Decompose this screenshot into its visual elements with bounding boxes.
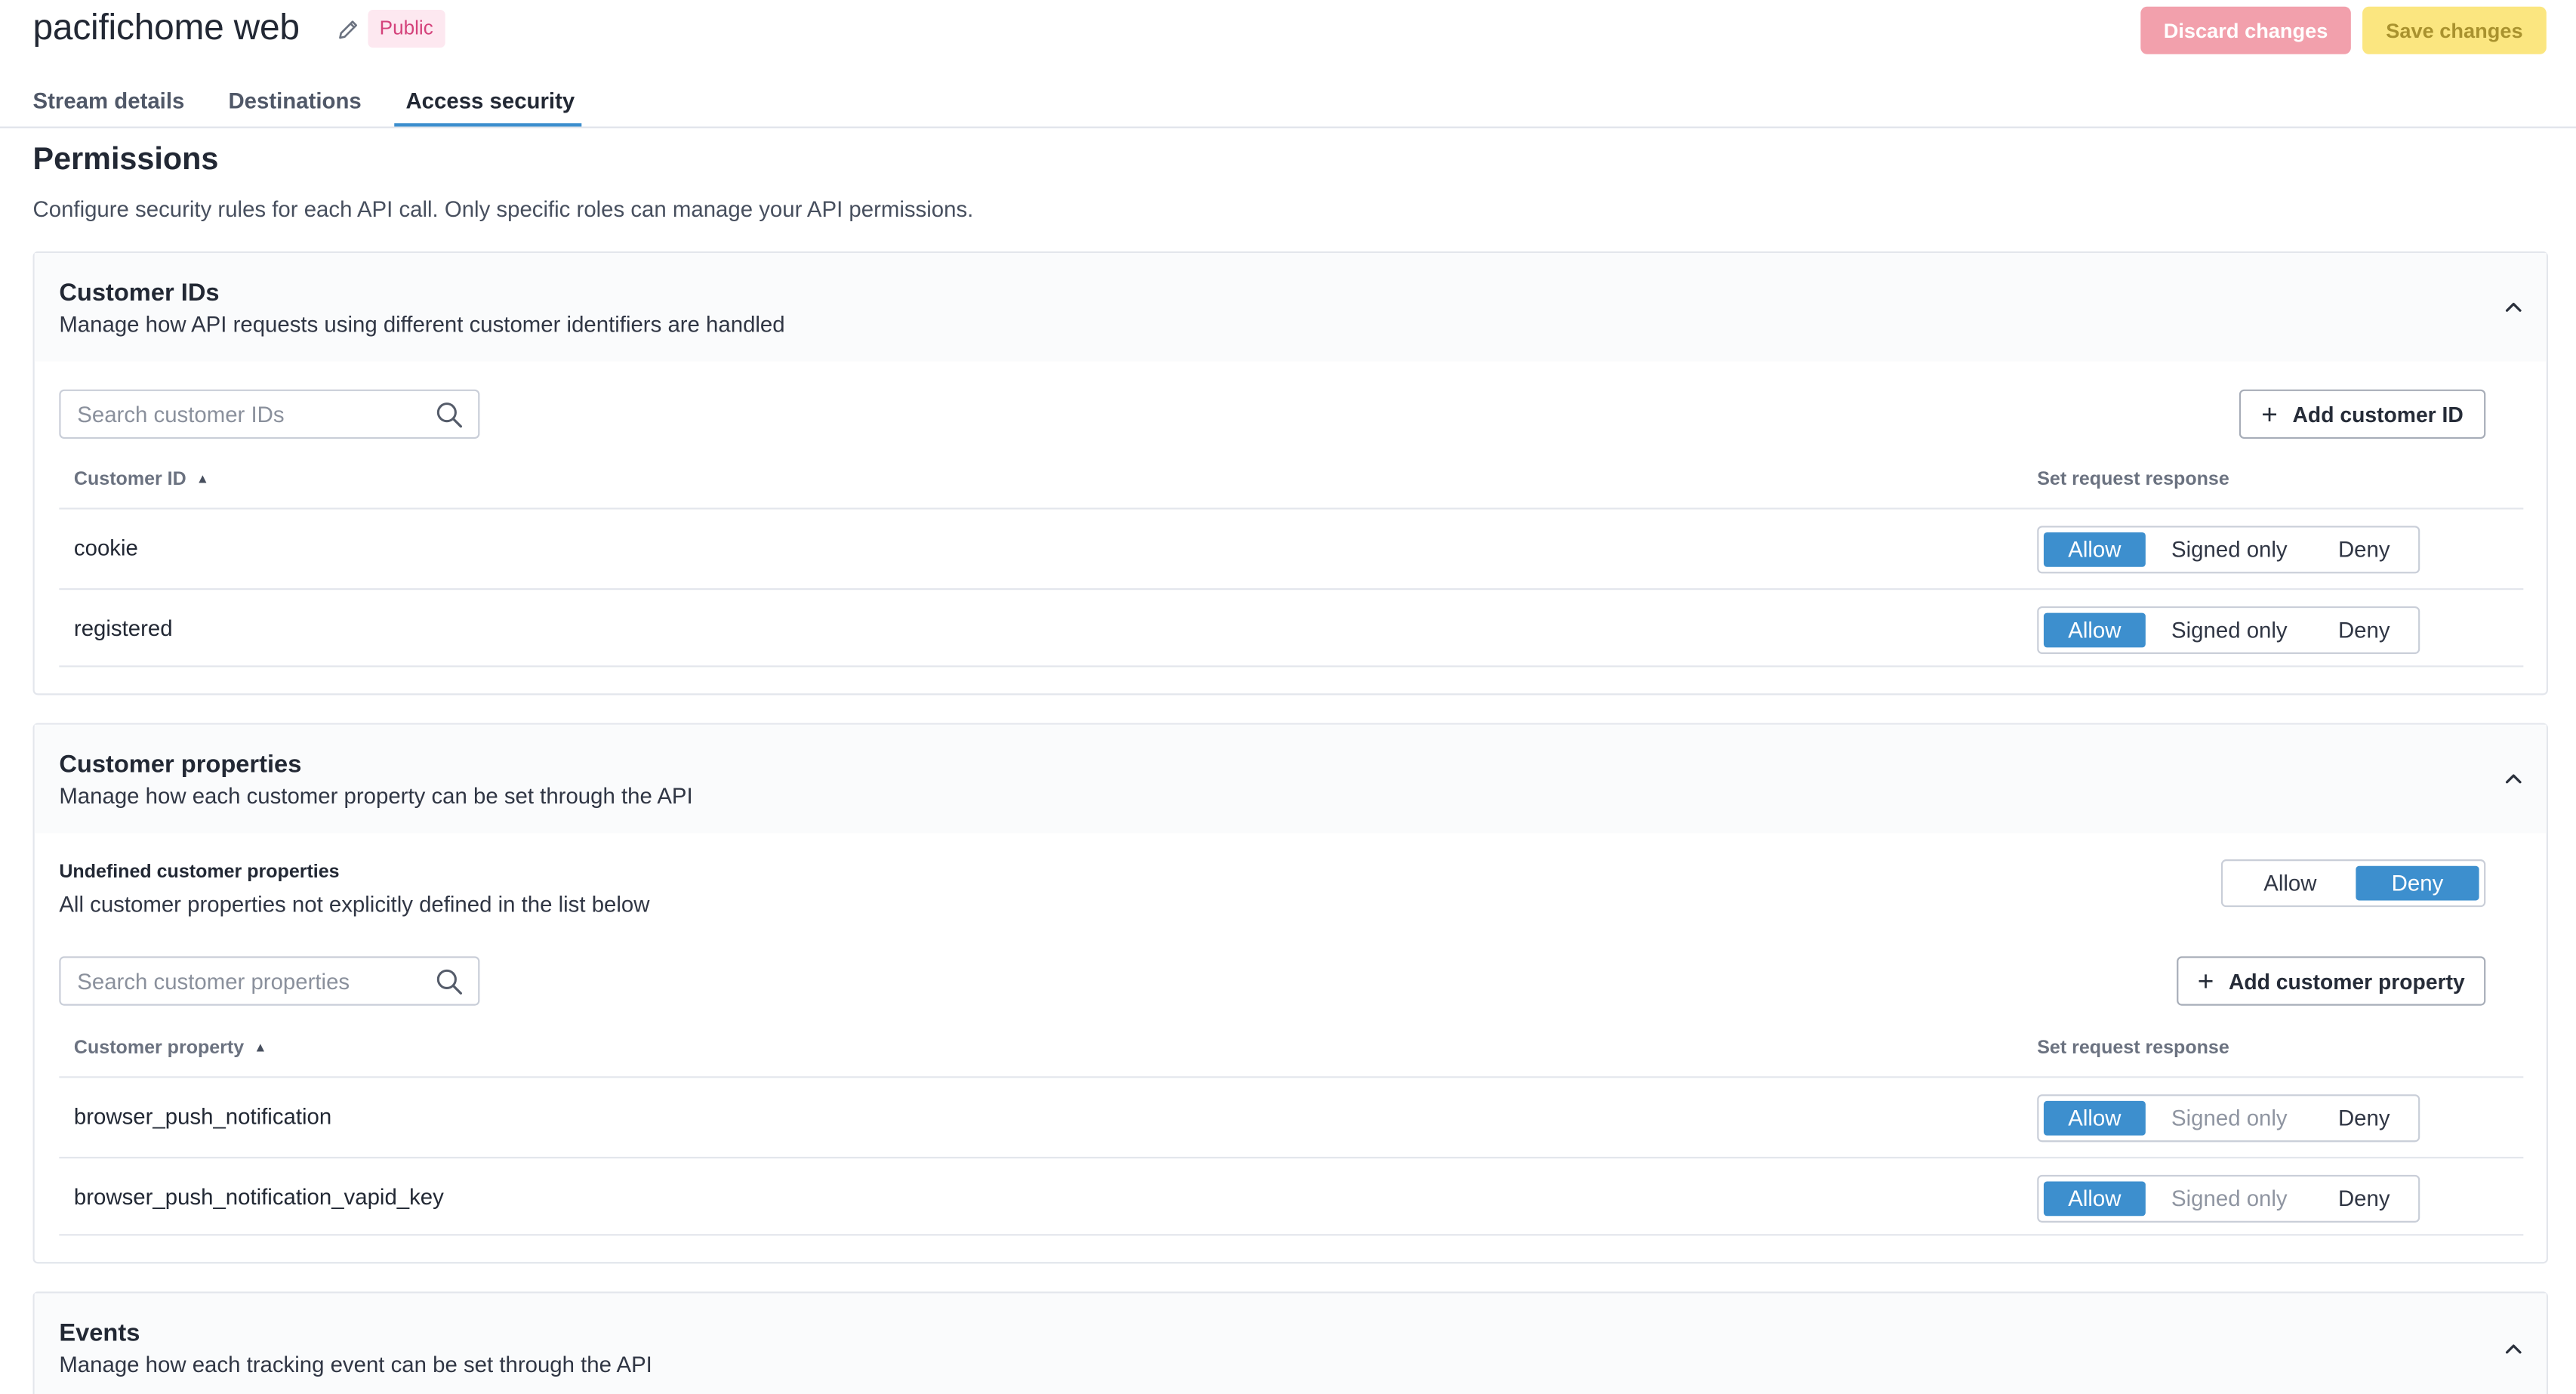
section-title: Customer properties	[59, 751, 302, 779]
permissions-description: Configure security rules for each API ca…	[32, 197, 974, 222]
response-toggle: Allow Signed only Deny	[2037, 526, 2420, 574]
add-customer-id-button[interactable]: + Add customer ID	[2239, 389, 2486, 439]
tab-bar: Stream details Destinations Access secur…	[0, 66, 2576, 128]
pencil-icon[interactable]	[335, 17, 358, 43]
option-deny[interactable]: Deny	[2313, 1182, 2415, 1217]
search-input[interactable]	[77, 967, 406, 995]
button-label: Add customer ID	[2292, 402, 2464, 427]
option-signed-only[interactable]: Signed only	[2158, 532, 2300, 567]
chevron-up-icon[interactable]	[2504, 298, 2523, 317]
tab-access-security[interactable]: Access security	[405, 89, 575, 114]
option-signed-only: Signed only	[2171, 1186, 2288, 1211]
option-allow[interactable]: Allow	[2229, 866, 2351, 901]
option-deny[interactable]: Deny	[2313, 532, 2415, 567]
visibility-badge: Public	[368, 10, 445, 48]
events-header[interactable]: Events Manage how each tracking event ca…	[34, 1293, 2547, 1394]
customer-ids-header[interactable]: Customer IDs Manage how API requests usi…	[34, 253, 2547, 362]
chevron-up-icon[interactable]	[2504, 769, 2523, 788]
save-changes-button[interactable]: Save changes	[2362, 6, 2547, 54]
customer-id-name: registered	[73, 616, 173, 641]
plus-icon: +	[2197, 965, 2214, 997]
discard-changes-button[interactable]: Discard changes	[2140, 6, 2351, 54]
search-customer-properties[interactable]	[59, 956, 480, 1006]
option-allow[interactable]: Allow	[2043, 1100, 2146, 1136]
customer-property-name: browser_push_notification	[73, 1104, 332, 1129]
option-signed-only[interactable]: Signed only	[2158, 613, 2300, 648]
column-label: Customer property	[73, 1038, 245, 1059]
column-label: Customer ID	[73, 470, 186, 490]
column-header-response: Set request response	[2037, 470, 2229, 490]
undefined-properties-description: All customer properties not explicitly d…	[59, 892, 650, 918]
tab-destinations[interactable]: Destinations	[228, 89, 361, 114]
option-allow[interactable]: Allow	[2043, 1181, 2146, 1217]
section-subtitle: Manage how each tracking event can be se…	[59, 1352, 652, 1377]
search-customer-ids[interactable]	[59, 389, 480, 439]
response-toggle: Allow Signed only Deny	[2037, 1174, 2420, 1223]
option-deny[interactable]: Deny	[2313, 1101, 2415, 1136]
customer-ids-section: Customer IDs Manage how API requests usi…	[32, 251, 2548, 695]
search-icon	[436, 969, 463, 995]
customer-id-name: cookie	[73, 535, 138, 561]
section-subtitle: Manage how API requests using different …	[59, 312, 785, 338]
button-label: Add customer property	[2228, 968, 2465, 994]
section-title: Events	[59, 1319, 140, 1348]
option-allow[interactable]: Allow	[2043, 532, 2146, 567]
customer-properties-header[interactable]: Customer properties Manage how each cust…	[34, 724, 2547, 834]
table-row: browser_push_notification Allow Signed o…	[59, 1076, 2524, 1155]
option-deny[interactable]: Deny	[2313, 613, 2415, 648]
option-deny[interactable]: Deny	[2356, 865, 2479, 901]
response-toggle: Allow Signed only Deny	[2037, 606, 2420, 655]
chevron-up-icon[interactable]	[2504, 1339, 2523, 1359]
sort-ascending-icon: ▲	[196, 471, 209, 487]
undefined-properties-title: Undefined customer properties	[59, 862, 340, 883]
table-row: registered Allow Signed only Deny	[59, 588, 2524, 668]
customer-properties-section: Customer properties Manage how each cust…	[32, 723, 2548, 1264]
page-header: pacifichome web Public Discard changes S…	[0, 0, 2576, 66]
active-tab-indicator	[394, 123, 582, 127]
undefined-properties-toggle: Allow Deny	[2220, 859, 2486, 908]
response-toggle: Allow Signed only Deny	[2037, 1094, 2420, 1143]
app-root: pacifichome web Public Discard changes S…	[0, 0, 2576, 1394]
search-input[interactable]	[77, 400, 406, 427]
add-customer-property-button[interactable]: + Add customer property	[2177, 956, 2486, 1006]
table-row: cookie Allow Signed only Deny	[59, 507, 2524, 586]
plus-icon: +	[2261, 398, 2278, 430]
table-row: browser_push_notification_vapid_key Allo…	[59, 1156, 2524, 1236]
column-header-customer-id[interactable]: Customer ID ▲	[74, 470, 209, 489]
column-header-customer-property[interactable]: Customer property ▲	[74, 1038, 267, 1058]
option-allow[interactable]: Allow	[2043, 612, 2146, 648]
sort-ascending-icon: ▲	[254, 1040, 267, 1055]
search-icon	[436, 402, 463, 428]
section-subtitle: Manage how each customer property can be…	[59, 783, 693, 809]
section-title: Customer IDs	[59, 279, 220, 307]
tab-stream-details[interactable]: Stream details	[33, 89, 185, 114]
events-section: Events Manage how each tracking event ca…	[32, 1291, 2548, 1394]
page-title: pacifichome web	[32, 6, 300, 48]
customer-property-name: browser_push_notification_vapid_key	[73, 1184, 444, 1210]
permissions-title: Permissions	[32, 143, 219, 178]
option-signed-only: Signed only	[2171, 1106, 2288, 1131]
column-header-response: Set request response	[2037, 1038, 2229, 1059]
